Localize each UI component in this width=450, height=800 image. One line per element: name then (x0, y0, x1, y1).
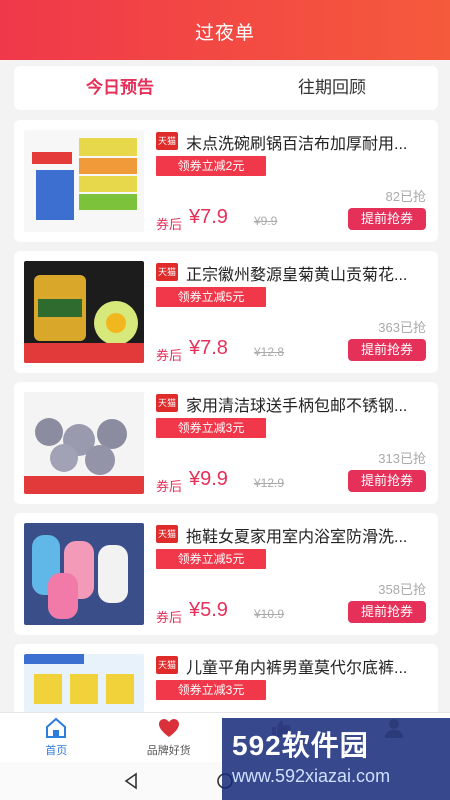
product-card[interactable]: 天猫 家用清洁球送手柄包邮不锈钢... 领券立减3元 313已抢 券后 ¥9.9… (14, 382, 438, 504)
after-coupon-label: 券后 (156, 217, 183, 232)
product-image (24, 261, 144, 363)
tab-today-preview[interactable]: 今日预告 (14, 66, 226, 110)
nav-label: 品牌好货 (146, 745, 191, 757)
tmall-badge: 天猫 (156, 394, 178, 412)
product-title[interactable]: 儿童平角内裤男童莫代尔底裤... (186, 654, 434, 678)
heart-icon (158, 719, 179, 737)
tab-past-review[interactable]: 往期回顾 (226, 66, 438, 110)
after-coupon-label: 券后 (156, 479, 183, 494)
after-coupon-label: 券后 (156, 348, 183, 363)
product-title[interactable]: 末点洗碗刷锅百洁布加厚耐用... (186, 130, 434, 154)
page-title: 过夜单 (194, 23, 255, 44)
tab-bar: 今日预告 往期回顾 (14, 66, 438, 110)
app-header: 过夜单 (0, 0, 450, 60)
coupon-price: ¥9.9 (189, 468, 228, 490)
product-card[interactable]: 天猫 儿童平角内裤男童莫代尔底裤... 领券立减3元 (14, 644, 438, 712)
tmall-badge: 天猫 (156, 132, 178, 150)
product-card[interactable]: 天猫 正宗徽州婺源皇菊黄山贡菊花... 领券立减5元 363已抢 券后 ¥7.8… (14, 251, 438, 373)
grab-coupon-button[interactable]: 提前抢券 (348, 601, 426, 623)
coupon-label[interactable]: 领券立减5元 (156, 287, 266, 307)
nav-home[interactable]: 首页 (0, 713, 113, 762)
watermark-logo: 592软件园 (232, 730, 369, 761)
product-card[interactable]: 天猫 末点洗碗刷锅百洁布加厚耐用... 领券立减2元 82已抢 券后 ¥7.9 … (14, 120, 438, 242)
coupon-price: ¥5.9 (189, 599, 228, 621)
home-icon (46, 717, 67, 738)
original-price: ¥12.8 (254, 345, 285, 359)
product-image (24, 654, 144, 712)
original-price: ¥10.9 (254, 607, 285, 621)
original-price: ¥9.9 (254, 214, 278, 228)
coupon-label[interactable]: 领券立减3元 (156, 680, 266, 700)
coupon-label[interactable]: 领券立减5元 (156, 549, 266, 569)
product-image (24, 523, 144, 625)
product-card[interactable]: 天猫 拖鞋女夏家用室内浴室防滑洗... 领券立减5元 358已抢 券后 ¥5.9… (14, 513, 438, 635)
original-price: ¥12.9 (254, 476, 285, 490)
coupon-label[interactable]: 领券立减3元 (156, 418, 266, 438)
sold-count: 82已抢 (385, 189, 426, 204)
after-coupon-label: 券后 (156, 610, 183, 625)
product-title[interactable]: 正宗徽州婺源皇菊黄山贡菊花... (186, 261, 434, 285)
product-title[interactable]: 家用清洁球送手柄包邮不锈钢... (186, 392, 434, 416)
coupon-price: ¥7.9 (189, 206, 228, 228)
coupon-price: ¥7.8 (189, 337, 228, 359)
back-icon[interactable] (124, 772, 137, 790)
product-image (24, 392, 144, 494)
nav-label: 首页 (45, 745, 68, 757)
sold-count: 358已抢 (378, 582, 426, 597)
tmall-badge: 天猫 (156, 525, 178, 543)
grab-coupon-button[interactable]: 提前抢券 (348, 470, 426, 492)
sold-count: 363已抢 (378, 320, 426, 335)
watermark-url: www.592xiazai.com (232, 766, 391, 786)
product-title[interactable]: 拖鞋女夏家用室内浴室防滑洗... (186, 523, 434, 547)
tmall-badge: 天猫 (156, 656, 178, 674)
grab-coupon-button[interactable]: 提前抢券 (348, 208, 426, 230)
nav-brand-goods[interactable]: 品牌好货 (113, 713, 226, 762)
tmall-badge: 天猫 (156, 263, 178, 281)
product-image (24, 130, 144, 232)
sold-count: 313已抢 (378, 451, 426, 466)
watermark: 592软件园 www.592xiazai.com (222, 718, 450, 800)
grab-coupon-button[interactable]: 提前抢券 (348, 339, 426, 361)
coupon-label[interactable]: 领券立减2元 (156, 156, 266, 176)
